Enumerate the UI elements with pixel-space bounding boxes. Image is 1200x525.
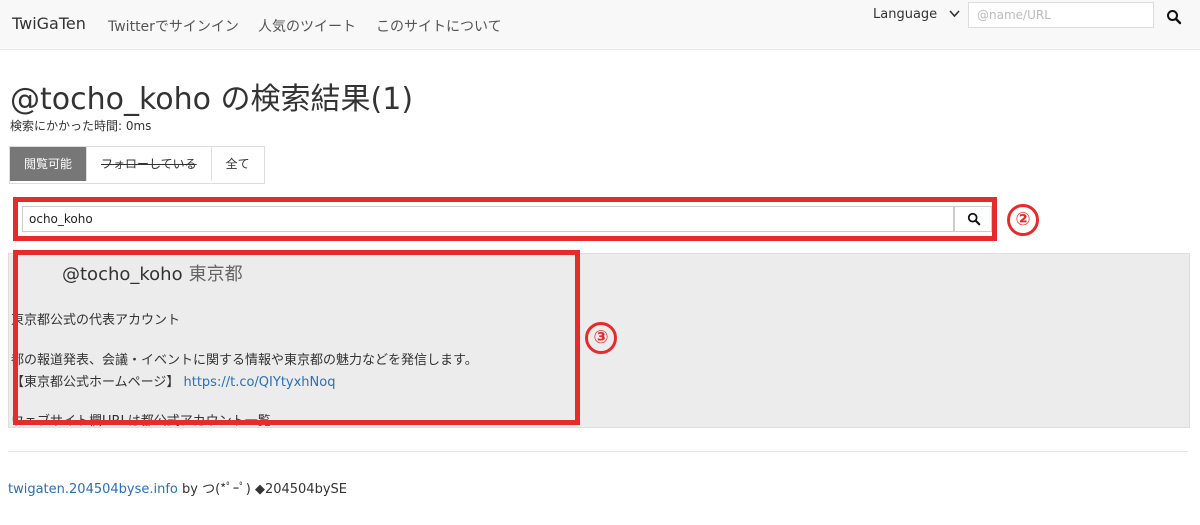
chevron-down-icon <box>949 8 960 21</box>
footer-divider <box>8 451 1188 452</box>
tab-all[interactable]: 全て <box>211 147 264 181</box>
tab-following[interactable]: フォローしている <box>87 147 212 181</box>
tab-viewable[interactable]: 閲覧可能 <box>10 147 88 181</box>
nav-link-twitter-signin[interactable]: Twitterでサインイン <box>108 16 239 36</box>
annotation-marker-2: ② <box>1007 204 1039 236</box>
nav-search-button[interactable] <box>1162 5 1188 27</box>
search-icon <box>1167 10 1182 25</box>
nav-link-about[interactable]: このサイトについて <box>376 16 502 36</box>
filter-tabs: 閲覧可能 フォローしている 全て <box>9 146 265 184</box>
search-icon <box>967 212 981 226</box>
brand-logo[interactable]: TwiGaTen <box>12 14 86 33</box>
nav-link-popular-tweets[interactable]: 人気のツイート <box>258 16 356 36</box>
annotation-marker-3: ③ <box>585 322 617 354</box>
footer-site-link[interactable]: twigaten.204504byse.info <box>8 482 178 497</box>
search-button[interactable] <box>954 206 992 232</box>
search-highlight-frame <box>13 197 997 241</box>
language-label: Language <box>873 7 938 22</box>
search-timing: 検索にかかった時間: 0ms <box>10 119 152 133</box>
result-highlight-frame <box>13 250 580 425</box>
search-input[interactable] <box>22 206 954 232</box>
footer: twigaten.204504byse.info by つ(*ﾟｰﾟ) ◆204… <box>8 478 347 497</box>
navbar: TwiGaTen Twitterでサインイン 人気のツイート このサイトについて… <box>0 0 1200 50</box>
nav-search-input[interactable] <box>968 2 1154 28</box>
language-dropdown[interactable]: Language <box>873 7 960 22</box>
page-title: @tocho_koho の検索結果(1) <box>10 82 414 117</box>
footer-credit: by つ(*ﾟｰﾟ) ◆204504bySE <box>182 482 347 497</box>
